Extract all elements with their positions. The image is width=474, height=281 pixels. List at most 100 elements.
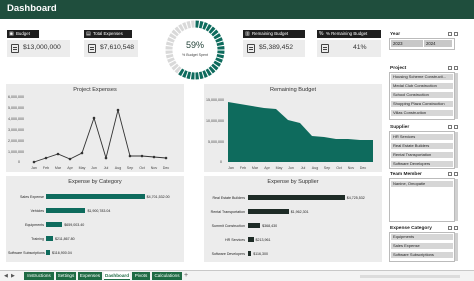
rb-ytick: 0: [220, 160, 222, 164]
team-member-scrollbar[interactable]: [455, 179, 458, 221]
tab-settings[interactable]: Settings: [56, 272, 76, 280]
year-option[interactable]: 2024: [424, 40, 452, 47]
gauge-segment: [208, 66, 216, 74]
add-sheet-icon[interactable]: +: [184, 272, 188, 279]
rb-xtick: Sep: [323, 166, 331, 170]
rb-xtick: Nov: [347, 166, 355, 170]
remaining-budget-title: Remaining Budget: [269, 87, 317, 93]
next-sheet-icon[interactable]: ▶: [11, 273, 15, 279]
category-bar: [46, 250, 51, 255]
dashboard-header: Dashboard: [0, 0, 474, 19]
rb-xtick: Jan: [228, 166, 234, 170]
expense-by-supplier-panel: Expense by Supplier: [204, 176, 382, 262]
page-title: Dashboard: [7, 3, 57, 14]
clear-filter-icon[interactable]: [454, 66, 458, 70]
category-bar: [46, 208, 86, 213]
wallet-icon: [247, 44, 255, 53]
gauge-segment: [215, 57, 223, 63]
gauge-segment: [168, 33, 177, 40]
supplier-item[interactable]: Rental Transportation: [391, 152, 453, 158]
budget-spent-gauge: 59% % Budget Spent: [164, 19, 226, 81]
category-bar-label: Equipments: [25, 222, 44, 227]
multi-select-icon[interactable]: [448, 125, 452, 129]
horizontal-scrollbar[interactable]: [360, 275, 460, 278]
expense-category-item[interactable]: Equipments: [391, 234, 453, 240]
expense-by-category-title: Expense by Category: [68, 179, 122, 185]
gauge-segment: [182, 22, 188, 30]
supplier-scrollbar[interactable]: [455, 132, 458, 168]
remaining-kpi-label: ▥ Remaining Budget: [243, 30, 305, 38]
year-option[interactable]: 2023: [391, 40, 423, 47]
tab-instructions[interactable]: Instructions: [24, 272, 54, 280]
rb-xtick: Mar: [251, 166, 259, 170]
pct-remaining-value: 41%: [353, 44, 367, 51]
category-bar-label: Sales Expense: [20, 194, 44, 199]
category-bar: [46, 222, 63, 227]
rb-xtick: Jul: [300, 166, 306, 170]
team-member-item[interactable]: Nanine, Omopatie: [391, 181, 453, 187]
category-bar-label: Vehicles: [30, 208, 44, 213]
expense-category-scrollbar[interactable]: [455, 233, 458, 261]
project-item[interactable]: Villas Construction: [391, 110, 453, 116]
project-item[interactable]: Housing Scheme Constructi...: [391, 74, 453, 80]
sheet-tab-bar: ◀ ▶ Instructions Settings Expenses Dashb…: [0, 270, 474, 281]
project-expenses-title: Project Expenses: [73, 87, 117, 93]
supplier-item[interactable]: HR Services: [391, 134, 453, 140]
clear-filter-icon[interactable]: [454, 125, 458, 129]
pe-ytick: 6,000,000: [8, 95, 24, 99]
budget-value: $13,000,000: [23, 44, 61, 51]
project-expenses-line: [32, 108, 168, 164]
gauge-segment: [208, 26, 216, 34]
gauge-ring: [165, 20, 225, 80]
project-item[interactable]: Medal Club Construction: [391, 83, 453, 89]
category-bar-value: $1,900,783.04: [87, 208, 111, 213]
rb-ytick: 15,000,000: [206, 98, 224, 102]
multi-select-icon[interactable]: [448, 172, 452, 176]
year-filter-title: Year: [390, 32, 401, 37]
supplier-item[interactable]: Software Developers: [391, 161, 453, 167]
pe-ytick: 0: [18, 160, 20, 164]
supplier-bar: [248, 209, 289, 214]
percent-icon: %: [319, 31, 324, 37]
expense-icon: ▤: [86, 31, 91, 37]
multi-select-icon[interactable]: [448, 32, 452, 36]
prev-sheet-icon[interactable]: ◀: [4, 273, 8, 279]
supplier-bar-value: $368,430: [262, 223, 278, 228]
project-scrollbar[interactable]: [455, 73, 458, 119]
pct-remaining-kpi-card: 41%: [317, 40, 381, 57]
expense-category-item[interactable]: Software Subscriptions: [391, 252, 453, 258]
rb-xtick: Feb: [239, 166, 247, 170]
expense-category-item[interactable]: Sales Expense: [391, 243, 453, 249]
tab-expenses[interactable]: Expenses: [78, 272, 102, 280]
supplier-filter-title: Supplier: [390, 125, 410, 130]
tab-pivots[interactable]: Pivots: [132, 272, 150, 280]
budget-icon: [11, 44, 19, 53]
multi-select-icon[interactable]: [448, 66, 452, 70]
rb-ytick: 10,000,000: [206, 119, 224, 123]
project-item[interactable]: Shopping Plaza Construction: [391, 101, 453, 107]
pe-xtick: Feb: [42, 166, 50, 170]
supplier-item[interactable]: Real Estate Builders: [391, 143, 453, 149]
multi-select-icon[interactable]: [448, 226, 452, 230]
expense-icon: [88, 44, 96, 53]
category-bar-value: $659,003.40: [64, 222, 85, 227]
supplier-bar-label: Software Developers: [211, 251, 245, 256]
tab-calculations[interactable]: Calculations: [152, 272, 182, 280]
clear-filter-icon[interactable]: [454, 172, 458, 176]
clear-filter-icon[interactable]: [454, 32, 458, 36]
supplier-bar-label: HR Services: [225, 237, 245, 242]
category-bar: [46, 236, 53, 241]
pe-xtick: Nov: [150, 166, 158, 170]
gauge-segment: [198, 71, 204, 80]
gauge-segment: [178, 23, 185, 32]
pe-xtick: Apr: [67, 166, 73, 170]
gauge-segment: [167, 57, 175, 63]
tab-dashboard[interactable]: Dashboard: [104, 272, 130, 280]
gauge-segment: [182, 70, 188, 78]
clear-filter-icon[interactable]: [454, 226, 458, 230]
supplier-bar: [248, 223, 261, 228]
remaining-budget-area: [228, 102, 373, 162]
supplier-bar: [248, 237, 254, 242]
pe-xtick: Jul: [103, 166, 109, 170]
project-item[interactable]: School Construction: [391, 92, 453, 98]
